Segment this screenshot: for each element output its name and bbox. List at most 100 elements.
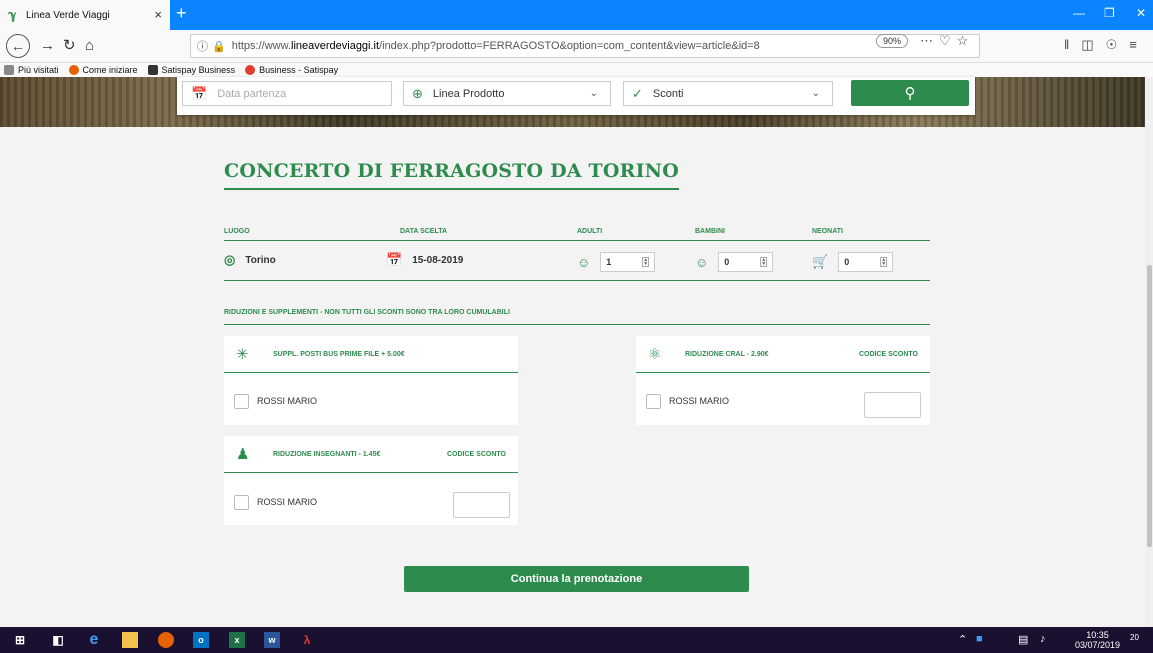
edge-icon[interactable]: e <box>86 631 102 648</box>
info-icon[interactable]: ⓘ <box>197 38 208 54</box>
outlook-icon[interactable]: o <box>193 632 209 648</box>
bookmark-come-iniziare[interactable]: Come iniziare <box>68 65 138 75</box>
bookmarks-bar: Più visitati Come iniziare Satispay Busi… <box>0 63 1153 77</box>
insegnanti-rossi-label: ROSSI MARIO <box>257 497 318 507</box>
card-header: ♟ RIDUZIONE INSEGNANTI - 1.45€ CODICE SC… <box>224 436 518 473</box>
windows-taskbar: ⊞ ◧ e o x w λ ⌃ ■ ▤ ♪ 10:35 03/07/2019 2… <box>0 627 1153 653</box>
site-favicon-icon: ℽ <box>8 8 17 22</box>
zoom-level[interactable]: 90% <box>876 34 909 48</box>
search-button[interactable]: ⚲ <box>851 80 969 106</box>
cral-code-input[interactable] <box>864 392 921 418</box>
adulti-stepper[interactable]: 1 ▲ ▼ <box>600 252 656 272</box>
taskbar-clock[interactable]: 10:35 03/07/2019 <box>1075 630 1120 650</box>
loading-sparkle-icon: ✳ <box>236 346 249 363</box>
product-select[interactable]: ⊕ Linea Prodotto ⌄ <box>403 81 611 106</box>
back-arrow-icon[interactable]: ← <box>6 34 30 58</box>
url-path: /index.php?prodotto=FERRAGOSTO&option=co… <box>379 40 760 52</box>
chevron-down-icon: ⌄ <box>589 88 598 99</box>
windows-start-icon[interactable]: ⊞ <box>12 632 28 648</box>
neonati-stepper[interactable]: 0 ▲ ▼ <box>838 252 894 272</box>
bookmark-satispay-business[interactable]: Satispay Business <box>147 65 235 75</box>
volume-icon[interactable]: ♪ <box>1040 633 1046 645</box>
col-data: DATA SCELTA <box>400 228 448 235</box>
page-actions-icon[interactable]: ⋯♡☆ <box>920 33 974 49</box>
reductions-title: RIDUZIONI E SUPPLEMENTI - NON TUTTI GLI … <box>224 309 510 316</box>
tray-chevron-icon[interactable]: ⌃ <box>958 633 967 646</box>
adulti-cell: ☺ 1 ▲ ▼ <box>577 252 656 272</box>
card-header: ✳ SUPPL. POSTI BUS PRIME FILE + 5.00€ <box>224 336 518 373</box>
search-panel: 📅 Data partenza ⊕ Linea Prodotto ⌄ ✓ Sco… <box>177 77 975 115</box>
toolbar-icons[interactable]: ‖◫☉≡ <box>1064 37 1149 53</box>
insegnanti-code-label: CODICE SCONTO <box>447 450 506 458</box>
maximize-icon[interactable]: ❐ <box>1104 6 1115 20</box>
check-circle-icon: ✓ <box>632 85 643 101</box>
insegnanti-code-input[interactable] <box>453 492 510 518</box>
chevron-down-icon: ⌄ <box>811 88 820 99</box>
notification-center-icon[interactable]: 20 <box>1130 633 1139 642</box>
col-neonati: NEONATI <box>812 228 843 235</box>
insegnanti-reduction-label: RIDUZIONE INSEGNANTI - 1.45€ <box>273 450 381 458</box>
home-icon[interactable]: ⌂ <box>85 37 94 55</box>
luogo-cell: ◎ Torino <box>224 252 276 268</box>
continue-booking-button[interactable]: Continua la prenotazione <box>404 566 749 592</box>
excel-icon[interactable]: x <box>229 632 245 648</box>
bus-supplement-label: SUPPL. POSTI BUS PRIME FILE + 5.00€ <box>273 350 405 358</box>
url-prefix: https://www. <box>231 40 291 52</box>
acrobat-icon[interactable]: λ <box>299 632 315 648</box>
cral-rossi-checkbox[interactable] <box>646 394 661 409</box>
date-field[interactable]: 📅 Data partenza <box>182 81 392 106</box>
teacher-icon: ♟ <box>236 446 250 463</box>
browser-navbar: ← → ↻ ⌂ ⓘ 🔒 https://www. lineaverdeviaggi… <box>0 30 1153 63</box>
calendar-icon: 📅 <box>386 252 403 267</box>
stroller-icon: 🛒 <box>812 254 829 269</box>
clock-date: 03/07/2019 <box>1075 640 1121 650</box>
tab-close-icon[interactable]: × <box>154 8 162 21</box>
globe-icon: ⊕ <box>412 85 423 101</box>
luogo-value: Torino <box>245 254 276 266</box>
url-bar[interactable]: ⓘ 🔒 https://www. lineaverdeviaggi.it/inde… <box>190 34 980 58</box>
satispay-icon <box>147 65 158 75</box>
minimize-icon[interactable]: — <box>1073 6 1085 20</box>
card-header: ⚛ RIDUZIONE CRAL - 2.90€ CODICE SCONTO <box>636 336 930 373</box>
bambini-value: 0 <box>724 257 730 267</box>
network-icon[interactable]: ▤ <box>1018 633 1028 646</box>
discount-badge-icon: ⚛ <box>648 346 662 363</box>
neonati-value: 0 <box>844 257 850 267</box>
clock-time: 10:35 <box>1086 630 1109 640</box>
adulti-value: 1 <box>606 257 612 267</box>
cral-reduction-label: RIDUZIONE CRAL - 2.90€ <box>685 350 769 358</box>
url-domain: lineaverdeviaggi.it <box>291 40 380 52</box>
stepper-arrows-icon[interactable]: ▲ ▼ <box>880 257 888 267</box>
bambini-stepper[interactable]: 0 ▲ ▼ <box>718 252 774 272</box>
bookmark-business-satispay[interactable]: Business - Satispay <box>245 65 338 75</box>
cral-reduction-card: ⚛ RIDUZIONE CRAL - 2.90€ CODICE SCONTO R… <box>636 336 930 425</box>
stepper-arrows-icon[interactable]: ▲ ▼ <box>642 257 650 267</box>
calendar-icon: 📅 <box>191 85 208 101</box>
word-icon[interactable]: w <box>264 632 280 648</box>
browser-tabbar: ℽ Linea Verde Viaggi × + — ❐ ✕ <box>0 0 1153 30</box>
bambini-cell: ☺ 0 ▲ ▼ <box>695 252 774 272</box>
scrollbar-thumb[interactable] <box>1147 265 1152 547</box>
stepper-arrows-icon[interactable]: ▲ ▼ <box>760 257 768 267</box>
task-view-icon[interactable]: ◧ <box>50 632 66 648</box>
adult-icon: ☺ <box>577 254 591 270</box>
cral-code-label: CODICE SCONTO <box>859 350 918 358</box>
discount-select[interactable]: ✓ Sconti ⌄ <box>623 81 833 106</box>
bus-rossi-checkbox[interactable] <box>234 394 249 409</box>
col-luogo: LUOGO <box>224 228 250 235</box>
col-bambini: BAMBINI <box>695 228 725 235</box>
forward-arrow-icon[interactable]: → <box>40 37 55 55</box>
lock-icon: 🔒 <box>212 40 226 53</box>
bookmark-piu-visitati[interactable]: Più visitati <box>4 65 59 75</box>
page-title: CONCERTO DI FERRAGOSTO DA TORINO <box>224 160 679 190</box>
reload-icon[interactable]: ↻ <box>63 37 76 55</box>
tray-app-icon[interactable]: ■ <box>976 633 983 645</box>
bus-supplement-card: ✳ SUPPL. POSTI BUS PRIME FILE + 5.00€ RO… <box>224 336 518 425</box>
new-tab-button[interactable]: + <box>176 4 187 22</box>
file-explorer-icon[interactable] <box>122 632 138 648</box>
firefox-icon[interactable] <box>158 632 174 648</box>
insegnanti-rossi-checkbox[interactable] <box>234 495 249 510</box>
window-close-icon[interactable]: ✕ <box>1136 6 1146 20</box>
browser-tab[interactable]: ℽ Linea Verde Viaggi × <box>0 0 170 30</box>
col-adulti: ADULTI <box>577 228 603 235</box>
